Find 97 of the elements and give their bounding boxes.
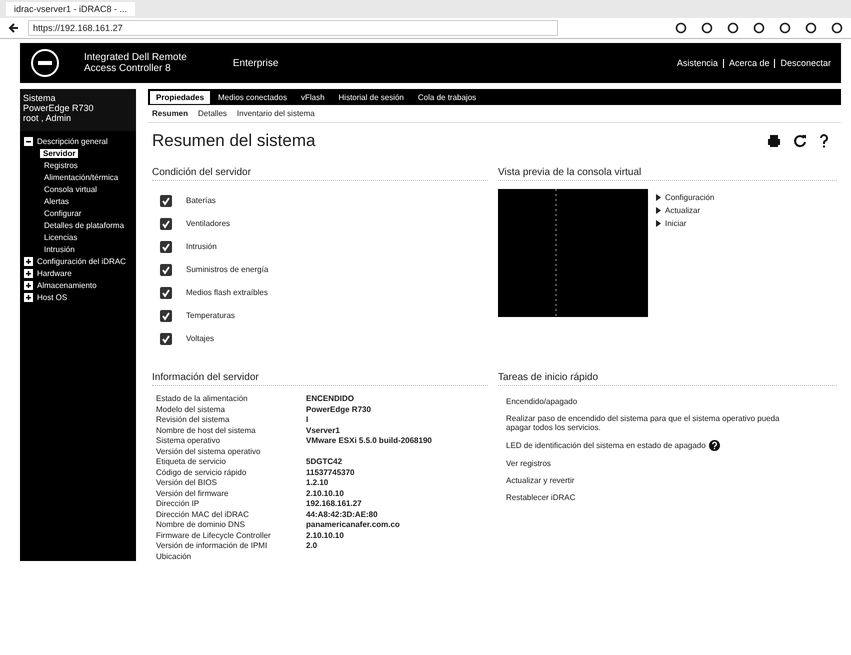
- edition-label: Enterprise: [232, 58, 278, 68]
- field-label: Sistema operativo: [156, 436, 222, 445]
- console-link[interactable]: Actualizar: [665, 206, 700, 215]
- tree-item[interactable]: Configurar: [44, 208, 82, 218]
- field-label: Código de servicio rápido: [156, 468, 248, 476]
- tree-item[interactable]: Alimentación/térmica: [44, 172, 118, 182]
- field-value: 5DGTC42: [306, 457, 344, 466]
- tree-item[interactable]: Detalles de plataforma: [44, 220, 124, 230]
- tab[interactable]: Medios conectados: [212, 90, 293, 104]
- task-link[interactable]: LED de identificación del sistema en estado de apagado: [506, 441, 706, 450]
- field-label: Versión del firmware: [156, 488, 230, 498]
- status-link[interactable]: Voltajes: [186, 334, 214, 343]
- field-value: 44:A8:42:3D:AE:80: [306, 510, 379, 518]
- field-label: Etiqueta de servicio: [156, 457, 227, 466]
- field-value: 2.10.10.10: [306, 530, 345, 540]
- tree-item[interactable]: Servidor: [40, 148, 78, 158]
- status-check-icon: [160, 194, 172, 206]
- console-link[interactable]: Configuración: [665, 193, 714, 202]
- tree-item[interactable]: Configuración del iDRAC: [37, 256, 126, 266]
- tree-item[interactable]: Hardware: [37, 268, 72, 278]
- status-check-icon: [160, 264, 172, 276]
- task-link[interactable]: Ver registros: [506, 459, 551, 468]
- field-label: Modelo del sistema: [156, 404, 226, 414]
- status-link[interactable]: Suministros de energía: [186, 265, 268, 274]
- tab[interactable]: Historial de sesión: [332, 90, 410, 104]
- field-label: Versión del sistema operativo: [156, 446, 262, 456]
- subtab[interactable]: Resumen: [152, 109, 188, 118]
- logo-icon: [30, 48, 60, 78]
- tree-item[interactable]: Almacenamiento: [37, 280, 97, 290]
- section-title: Tareas de inicio rápido: [498, 372, 837, 386]
- user-label: root , Admin: [23, 113, 72, 123]
- field-label: Dirección IP: [156, 499, 200, 508]
- field-label: Dirección MAC del iDRAC: [156, 510, 250, 518]
- help-icon: [819, 134, 829, 148]
- field-label: Nombre de dominio DNS: [156, 520, 246, 529]
- system-title: Sistema: [23, 93, 57, 103]
- section-title: Vista previa de la consola virtual: [498, 167, 837, 181]
- subtab[interactable]: Inventario del sistema: [236, 109, 315, 118]
- status-check-icon: [160, 332, 172, 344]
- header-link[interactable]: Asistencia: [676, 58, 718, 68]
- tree-item[interactable]: Consola virtual: [44, 184, 97, 194]
- field-value: ENCENDIDO: [306, 394, 356, 403]
- task-link[interactable]: Restablecer iDRAC: [506, 493, 576, 502]
- section-title: Condición del servidor: [152, 167, 488, 181]
- field-value: I: [306, 415, 310, 424]
- task-link[interactable]: Actualizar y revertir: [506, 476, 574, 485]
- tab[interactable]: Propiedades: [150, 90, 210, 104]
- tree-item[interactable]: Intrusión: [44, 244, 75, 254]
- product-name: Integrated Dell Remote: [84, 52, 187, 63]
- status-link[interactable]: Ventiladores: [186, 219, 230, 228]
- field-label: Estado de la alimentación: [156, 394, 249, 403]
- help-icon: [708, 440, 720, 451]
- status-check-icon: [160, 218, 172, 230]
- field-value: 11537745370: [306, 468, 356, 476]
- field-label: Nombre de host del sistema: [156, 426, 257, 434]
- field-value: panamericanafer.com.co: [306, 520, 401, 529]
- tab[interactable]: Cola de trabajos: [412, 90, 482, 104]
- status-check-icon: [160, 240, 172, 252]
- section-title: Información del servidor: [152, 372, 488, 386]
- status-link[interactable]: Baterías: [186, 196, 216, 205]
- field-label: Versión de información de IPMI: [156, 541, 268, 550]
- back-icon: [8, 22, 20, 34]
- field-label: Ubicación: [156, 552, 192, 560]
- status-link[interactable]: Temperaturas: [186, 311, 235, 320]
- address-field[interactable]: https://192.168.161.27: [28, 20, 558, 36]
- print-icon: [767, 134, 781, 148]
- field-label: Revisión del sistema: [156, 415, 230, 424]
- task-link[interactable]: Encendido/apagado: [506, 397, 578, 406]
- field-value: 2.0: [306, 541, 318, 550]
- tree-item[interactable]: Alertas: [44, 196, 69, 206]
- header-link[interactable]: Acerca de: [728, 58, 770, 68]
- tree-item[interactable]: Host OS: [37, 292, 68, 302]
- field-value: Vserver1: [306, 426, 341, 434]
- tree-item[interactable]: Descripción general: [37, 136, 108, 146]
- page-title: Resumen del sistema: [152, 131, 316, 151]
- browser-tab[interactable]: idrac-vserver1 - iDRAC8 - ...: [6, 2, 136, 16]
- product-name: Access Controller 8: [84, 63, 172, 74]
- console-link[interactable]: Iniciar: [665, 219, 686, 228]
- header-link[interactable]: Desconectar: [780, 58, 831, 68]
- field-label: Versión del BIOS: [156, 478, 218, 487]
- task-description: Realizar paso de encendido del sistema para que el sistema operativo pueda apagar todos los servicios.: [506, 414, 781, 432]
- field-value: 1.2.10: [306, 478, 330, 487]
- status-check-icon: [160, 286, 172, 298]
- tree-item[interactable]: Licencias: [44, 232, 78, 242]
- field-value: VMware ESXi 5.5.0 build-2068190: [306, 436, 433, 445]
- field-value: PowerEdge R730: [306, 404, 372, 414]
- tree-item[interactable]: Registros: [44, 160, 78, 170]
- subtab[interactable]: Detalles: [198, 109, 227, 118]
- status-link[interactable]: Intrusión: [186, 242, 217, 251]
- field-value: 2.10.10.10: [306, 488, 345, 498]
- field-label: Firmware de Lifecycle Controller: [156, 530, 272, 540]
- field-value: 192.168.161.27: [306, 499, 363, 508]
- system-model: PowerEdge R730: [23, 103, 95, 113]
- refresh-icon: [793, 134, 807, 148]
- tab[interactable]: vFlash: [294, 90, 331, 104]
- status-check-icon: [160, 310, 172, 322]
- status-link[interactable]: Medios flash extraíbles: [186, 288, 268, 297]
